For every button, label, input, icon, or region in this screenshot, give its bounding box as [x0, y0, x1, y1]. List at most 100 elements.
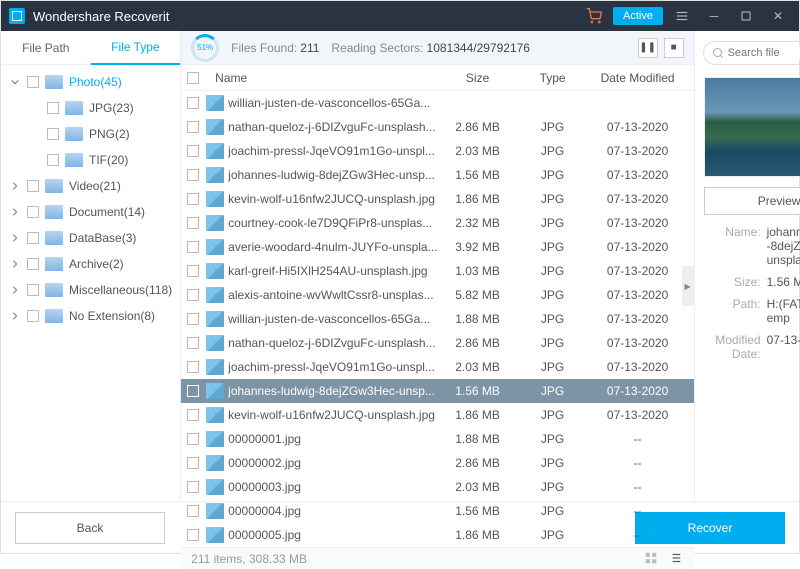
file-row[interactable]: nathan-queloz-j-6DIZvguFc-unsplash...2.8… [181, 331, 693, 355]
tree-node[interactable]: PNG(2) [1, 121, 180, 147]
checkbox[interactable] [27, 284, 39, 296]
file-row[interactable]: 00000005.jpg1.86 MBJPG-- [181, 523, 693, 547]
checkbox[interactable] [27, 206, 39, 218]
image-icon [206, 119, 224, 135]
checkbox[interactable] [27, 232, 39, 244]
search-box[interactable] [703, 41, 800, 65]
chevron-icon[interactable] [9, 76, 21, 88]
stop-button[interactable]: ■ [664, 38, 684, 58]
file-row[interactable]: karl-greif-Hi5IXlH254AU-unsplash.jpg1.03… [181, 259, 693, 283]
chevron-icon[interactable] [9, 206, 21, 218]
tree-node[interactable]: JPG(23) [1, 95, 180, 121]
scroll-right-arrow[interactable]: ▶ [682, 266, 694, 306]
category-tree: Photo(45)JPG(23)PNG(2)TIF(20)Video(21)Do… [1, 65, 180, 501]
checkbox[interactable] [187, 313, 199, 325]
file-row[interactable]: 00000002.jpg2.86 MBJPG-- [181, 451, 693, 475]
file-date: 07-13-2020 [588, 384, 688, 398]
tree-node[interactable]: Document(14) [1, 199, 180, 225]
chevron-icon[interactable] [9, 310, 21, 322]
search-input[interactable] [728, 47, 800, 59]
checkbox[interactable] [47, 102, 59, 114]
checkbox[interactable] [187, 169, 199, 181]
tree-node[interactable]: DataBase(3) [1, 225, 180, 251]
checkbox[interactable] [187, 121, 199, 133]
header-name[interactable]: Name [213, 71, 437, 85]
file-row[interactable]: joachim-pressl-JqeVO91m1Go-unspl...2.03 … [181, 139, 693, 163]
checkbox[interactable] [187, 241, 199, 253]
checkbox[interactable] [187, 193, 199, 205]
file-row[interactable]: nathan-queloz-j-6DIZvguFc-unsplash...2.8… [181, 115, 693, 139]
select-all-checkbox[interactable] [187, 72, 199, 84]
pause-button[interactable]: ❚❚ [638, 38, 658, 58]
checkbox[interactable] [187, 529, 199, 541]
checkbox[interactable] [187, 433, 199, 445]
checkbox[interactable] [187, 361, 199, 373]
checkbox[interactable] [187, 97, 199, 109]
checkbox[interactable] [187, 385, 199, 397]
checkbox[interactable] [27, 258, 39, 270]
file-row[interactable]: 00000003.jpg2.03 MBJPG-- [181, 475, 693, 499]
checkbox[interactable] [187, 217, 199, 229]
file-row[interactable]: 00000004.jpg1.56 MBJPG-- [181, 499, 693, 523]
chevron-icon[interactable] [9, 232, 21, 244]
checkbox[interactable] [187, 145, 199, 157]
file-type: JPG [518, 288, 588, 302]
file-size: 1.56 MB [438, 384, 518, 398]
header-size[interactable]: Size [438, 71, 518, 85]
cart-icon[interactable] [581, 3, 607, 29]
tab-file-type[interactable]: File Type [91, 31, 181, 65]
preview-button[interactable]: Preview [704, 187, 800, 215]
file-row[interactable]: averie-woodard-4nulm-JUYFo-unspla...3.92… [181, 235, 693, 259]
file-row[interactable]: johannes-ludwig-8dejZGw3Hec-unsp...1.56 … [181, 163, 693, 187]
checkbox[interactable] [187, 337, 199, 349]
file-list[interactable]: willian-justen-de-vasconcellos-65Ga...na… [181, 91, 693, 547]
file-size: 1.03 MB [438, 264, 518, 278]
header-date[interactable]: Date Modified [588, 71, 688, 85]
tree-node[interactable]: TIF(20) [1, 147, 180, 173]
file-row[interactable]: joachim-pressl-JqeVO91m1Go-unspl...2.03 … [181, 355, 693, 379]
tree-node[interactable]: Video(21) [1, 173, 180, 199]
file-name: johannes-ludwig-8dejZGw3Hec-unsp... [228, 168, 437, 182]
checkbox[interactable] [187, 457, 199, 469]
list-view-icon[interactable] [668, 551, 684, 567]
file-row[interactable]: willian-justen-de-vasconcellos-65Ga...1.… [181, 307, 693, 331]
back-button[interactable]: Back [15, 512, 165, 544]
checkbox[interactable] [27, 76, 39, 88]
checkbox[interactable] [187, 265, 199, 277]
checkbox[interactable] [27, 310, 39, 322]
checkbox[interactable] [187, 481, 199, 493]
active-button[interactable]: Active [613, 7, 663, 25]
grid-view-icon[interactable] [644, 551, 660, 567]
file-row[interactable]: johannes-ludwig-8dejZGw3Hec-unsp...1.56 … [181, 379, 693, 403]
checkbox[interactable] [187, 505, 199, 517]
file-row[interactable]: kevin-wolf-u16nfw2JUCQ-unsplash.jpg1.86 … [181, 187, 693, 211]
checkbox[interactable] [47, 154, 59, 166]
file-row[interactable]: 00000001.jpg1.88 MBJPG-- [181, 427, 693, 451]
menu-icon[interactable] [669, 3, 695, 29]
tree-node[interactable]: Miscellaneous(118) [1, 277, 180, 303]
search-icon [712, 47, 724, 59]
minimize-icon[interactable]: ─ [701, 3, 727, 29]
maximize-icon[interactable] [733, 3, 759, 29]
file-type: JPG [518, 240, 588, 254]
checkbox[interactable] [187, 289, 199, 301]
file-size: 1.88 MB [438, 432, 518, 446]
chevron-icon[interactable] [9, 284, 21, 296]
checkbox[interactable] [47, 128, 59, 140]
checkbox[interactable] [27, 180, 39, 192]
tab-file-path[interactable]: File Path [1, 31, 91, 65]
file-row[interactable]: courtney-cook-le7D9QFiPr8-unsplas...2.32… [181, 211, 693, 235]
tree-node[interactable]: No Extension(8) [1, 303, 180, 329]
tree-node[interactable]: Archive(2) [1, 251, 180, 277]
image-icon [206, 383, 224, 399]
file-row[interactable]: willian-justen-de-vasconcellos-65Ga... [181, 91, 693, 115]
file-row[interactable]: kevin-wolf-u16nfw2JUCQ-unsplash.jpg1.86 … [181, 403, 693, 427]
file-row[interactable]: alexis-antoine-wvWwltCssr8-unsplas...5.8… [181, 283, 693, 307]
close-icon[interactable]: ✕ [765, 3, 791, 29]
file-date: 07-13-2020 [588, 408, 688, 422]
tree-node[interactable]: Photo(45) [1, 69, 180, 95]
chevron-icon[interactable] [9, 180, 21, 192]
chevron-icon[interactable] [9, 258, 21, 270]
checkbox[interactable] [187, 409, 199, 421]
header-type[interactable]: Type [518, 71, 588, 85]
